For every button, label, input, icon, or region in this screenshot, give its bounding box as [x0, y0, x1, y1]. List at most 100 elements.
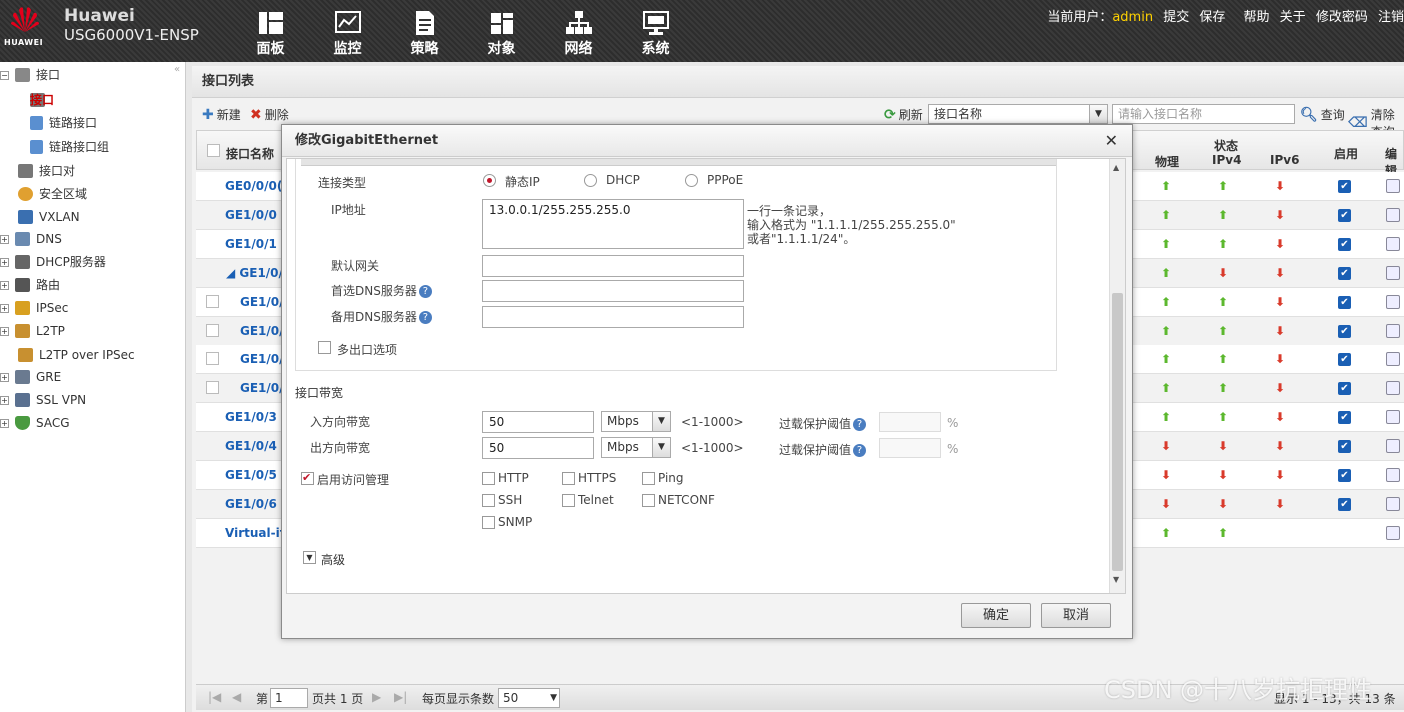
secondary-dns-input[interactable] [482, 306, 744, 328]
edit-icon[interactable] [1386, 381, 1400, 396]
enable-checkbox[interactable]: ✔ [1338, 266, 1351, 280]
scroll-up-icon[interactable]: ▲ [1113, 163, 1119, 172]
current-user[interactable]: admin [1112, 10, 1153, 25]
close-icon[interactable]: ✕ [1105, 131, 1118, 150]
enable-checkbox[interactable]: ✔ [1338, 440, 1351, 454]
save-link[interactable]: 保存 [1199, 10, 1225, 25]
nav-object[interactable]: 对象 [463, 8, 540, 58]
help-link[interactable]: 帮助 [1244, 10, 1270, 25]
interface-name-link[interactable]: GE1/0/5 [225, 468, 277, 482]
sidebar-item-dns[interactable]: + DNS [0, 228, 62, 250]
nav-system[interactable]: 系统 [617, 8, 694, 58]
query-button[interactable]: 🔍︎ 查询 [1300, 106, 1345, 123]
sidebar-item-security-zone[interactable]: 安全区域 [18, 183, 87, 205]
new-button[interactable]: ✚ 新建 [202, 106, 241, 123]
https-checkbox[interactable] [562, 472, 575, 485]
snmp-checkbox[interactable] [482, 516, 495, 529]
sidebar-item-interface-group[interactable]: − 接口 [0, 64, 60, 86]
http-checkbox[interactable] [482, 472, 495, 485]
enable-checkbox[interactable]: ✔ [1338, 180, 1351, 193]
advanced-label[interactable]: 高级 [321, 551, 345, 568]
commit-link[interactable]: 提交 [1163, 10, 1189, 25]
edit-icon[interactable] [1386, 352, 1400, 367]
expand-advanced-icon[interactable]: ▼ [303, 551, 316, 564]
enable-checkbox[interactable]: ✔ [1338, 208, 1351, 222]
interface-name-link[interactable]: GE1/0/1 [225, 237, 277, 251]
sidebar-item-ipsec[interactable]: + IPSec [0, 297, 68, 319]
edit-icon[interactable] [1386, 265, 1400, 280]
page-input[interactable]: 1 [270, 688, 308, 708]
scroll-down-icon[interactable]: ▼ [1113, 575, 1119, 584]
nav-network[interactable]: 网络 [540, 8, 617, 58]
ok-button[interactable]: 确定 [961, 603, 1031, 628]
outbound-bandwidth-input[interactable]: 50 [482, 437, 594, 459]
enable-checkbox[interactable]: ✔ [1338, 324, 1351, 338]
scroll-thumb[interactable] [1112, 293, 1123, 571]
sidebar-item-link-interface[interactable]: 链路接口 [30, 112, 97, 134]
refresh-button[interactable]: ⟳ 刷新 [884, 106, 923, 123]
expand-icon[interactable]: + [0, 280, 9, 290]
ping-checkbox[interactable] [642, 472, 655, 485]
expand-icon[interactable]: + [0, 326, 9, 336]
row-checkbox[interactable] [206, 294, 219, 308]
inbound-bandwidth-input[interactable]: 50 [482, 411, 594, 433]
gateway-input[interactable] [482, 255, 744, 277]
nav-policy[interactable]: 策略 [386, 8, 463, 58]
edit-icon[interactable] [1386, 410, 1400, 425]
edit-icon[interactable] [1386, 468, 1400, 482]
edit-icon[interactable] [1386, 439, 1400, 454]
radio-dhcp[interactable] [584, 174, 597, 187]
expand-icon[interactable]: + [0, 395, 9, 405]
sidebar-item-sacg[interactable]: + SACG [0, 412, 70, 434]
interface-name-link[interactable]: GE1/0/4 [225, 439, 277, 453]
sidebar-item-l2tp[interactable]: + L2TP [0, 320, 65, 342]
help-icon[interactable]: ? [853, 418, 867, 431]
first-page-icon[interactable]: |◀ [208, 690, 221, 704]
sidebar-item-l2tp-over-ipsec[interactable]: L2TP over IPSec [18, 344, 135, 366]
sidebar-item-ssl-vpn[interactable]: + SSL VPN [0, 389, 86, 411]
sidebar-item-vxlan[interactable]: VXLAN [18, 206, 80, 228]
edit-icon[interactable] [1386, 323, 1400, 338]
edit-icon[interactable] [1386, 179, 1400, 193]
netconf-checkbox[interactable] [642, 494, 655, 507]
interface-name-link[interactable]: GE1/0/0 [225, 208, 277, 222]
row-checkbox[interactable] [206, 323, 219, 337]
select-all-checkbox[interactable] [207, 144, 220, 157]
help-icon[interactable]: ? [853, 444, 867, 457]
radio-pppoe[interactable] [685, 174, 698, 187]
interface-name-link[interactable]: GE1/0/6 [225, 497, 277, 511]
row-checkbox[interactable] [206, 381, 219, 395]
expand-icon[interactable]: + [0, 257, 9, 267]
inbound-unit-select[interactable]: Mbps ▼ [601, 411, 671, 432]
nav-monitor[interactable]: 监控 [309, 8, 386, 58]
edit-icon[interactable] [1386, 496, 1400, 511]
filter-field-select[interactable]: 接口名称 ▼ [928, 104, 1108, 124]
interface-name-link[interactable]: GE1/0/3 [225, 410, 277, 424]
sidebar-item-gre[interactable]: + GRE [0, 366, 61, 388]
search-input[interactable]: 请输入接口名称 [1112, 104, 1295, 124]
enable-checkbox[interactable]: ✔ [1338, 237, 1351, 251]
sidebar-item-link-interface-group[interactable]: 链路接口组 [30, 136, 109, 158]
enable-checkbox[interactable]: ✔ [1338, 469, 1351, 482]
about-link[interactable]: 关于 [1280, 10, 1306, 25]
expand-icon[interactable]: + [0, 418, 9, 428]
ssh-checkbox[interactable] [482, 494, 495, 507]
per-page-select[interactable]: 50 ▼ [498, 688, 560, 708]
enable-checkbox[interactable]: ✔ [1338, 295, 1351, 309]
last-page-icon[interactable]: ▶| [394, 690, 407, 704]
sidebar-item-interface-pair[interactable]: 接口对 [18, 160, 75, 182]
enable-checkbox[interactable]: ✔ [1338, 411, 1351, 425]
nav-dashboard[interactable]: 面板 [232, 8, 309, 58]
expand-icon[interactable]: + [0, 234, 9, 244]
cancel-button[interactable]: 取消 [1041, 603, 1111, 628]
edit-icon[interactable] [1386, 294, 1400, 309]
logout-link[interactable]: 注销 [1378, 10, 1404, 25]
access-management-checkbox[interactable] [301, 471, 314, 485]
change-password-link[interactable]: 修改密码 [1316, 10, 1368, 25]
next-page-icon[interactable]: ▶ [372, 690, 381, 704]
help-icon[interactable]: ? [418, 285, 432, 298]
prev-page-icon[interactable]: ◀ [232, 690, 241, 704]
outbound-unit-select[interactable]: Mbps ▼ [601, 437, 671, 458]
telnet-checkbox[interactable] [562, 494, 575, 507]
sidebar-item-dhcp[interactable]: + DHCP服务器 [0, 251, 106, 273]
